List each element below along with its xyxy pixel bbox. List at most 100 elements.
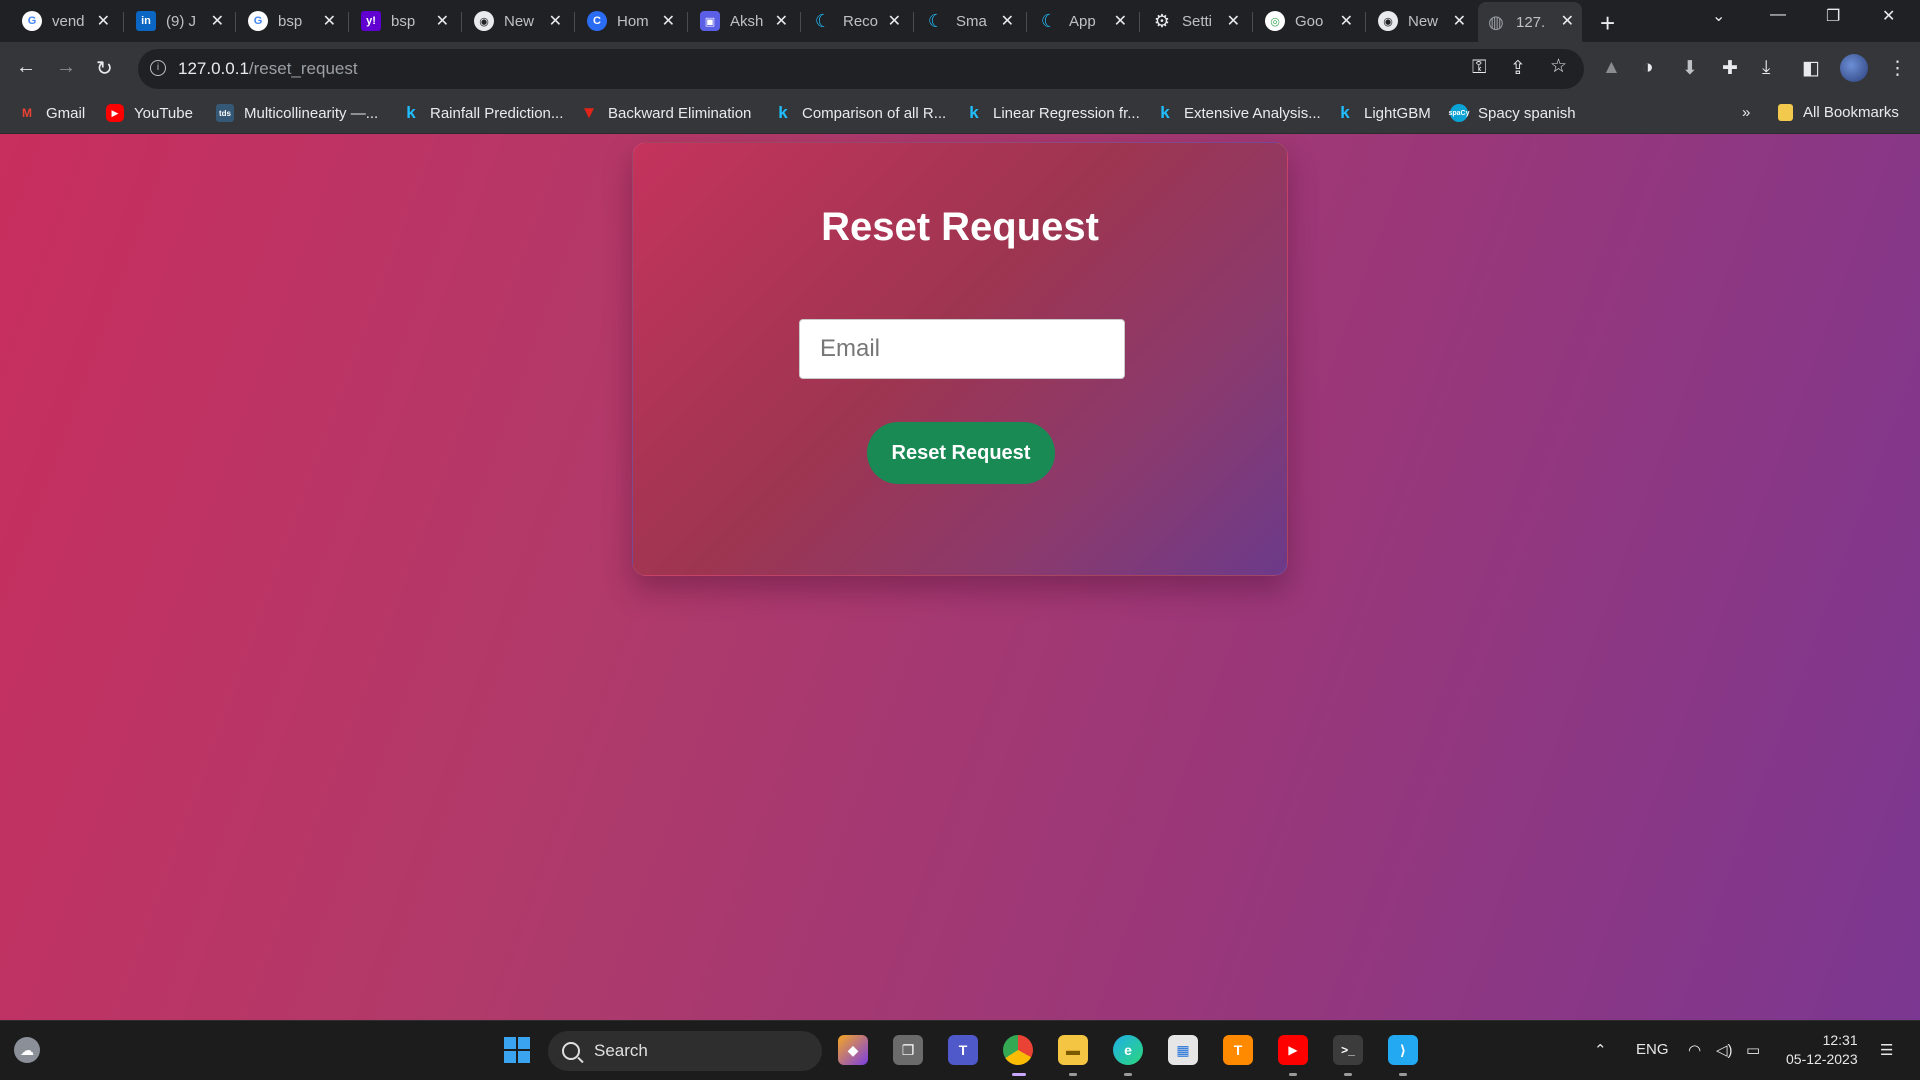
browser-tab[interactable]: C Hom ✕ [579,6,683,36]
url-text[interactable]: 127.0.0.1/reset_request [178,59,358,79]
browser-tab[interactable]: in (9) J ✕ [128,6,232,36]
back-arrow-icon[interactable]: ← [16,56,36,79]
all-bookmarks[interactable]: . All Bookmarks [1778,104,1899,121]
downloads-icon[interactable]: ⤓ [1762,57,1770,79]
battery-icon[interactable]: ▭ [1746,1041,1760,1059]
close-tab-icon[interactable]: ✕ [97,11,110,31]
extension-icon[interactable]: ◑ [1642,57,1653,79]
side-panel-icon[interactable]: ◧ [1802,57,1820,80]
share-icon[interactable]: ⇪ [1510,57,1526,80]
bookmark-spacy-spanish[interactable]: spaCy Spacy spanish [1449,104,1576,122]
close-tab-icon[interactable]: ✕ [1114,11,1127,31]
globe-icon: ◍ [1488,11,1504,32]
browser-tab[interactable]: ◉ New ✕ [1370,6,1474,36]
browser-tab[interactable]: ☾ Reco ✕ [805,6,909,36]
browser-tab[interactable]: ⚙ Setti ✕ [1144,6,1248,36]
bookmark-linear-regression[interactable]: k Linear Regression fr... [965,103,1139,122]
copilot-preview-icon[interactable]: ◆ [838,1035,868,1065]
extension-icon[interactable]: ▲ [1602,57,1621,79]
tensorflow-icon[interactable]: T [1223,1035,1253,1065]
bookmark-star-icon[interactable]: ☆ [1550,55,1567,78]
bookmark-rainfall-prediction[interactable]: k Rainfall Prediction... [402,103,563,122]
edge-icon[interactable]: e [1113,1035,1143,1065]
extension-icon[interactable]: ⬇ [1682,57,1698,80]
clock-time: 12:31 [1822,1032,1858,1048]
bookmark-gmail[interactable]: M Gmail [18,104,85,122]
youtube-taskbar-icon[interactable]: ▶ [1278,1035,1308,1065]
browser-tab[interactable]: ◎ Goo ✕ [1257,6,1361,36]
teams-icon[interactable]: T [948,1035,978,1065]
bookmark-lightgbm[interactable]: k LightGBM [1336,103,1430,122]
browser-tab[interactable]: ◉ New ✕ [466,6,570,36]
browser-tab[interactable]: G vend ✕ [14,6,118,36]
email-field[interactable] [799,319,1125,379]
bookmark-comparison[interactable]: k Comparison of all R... [774,103,946,122]
reload-icon[interactable]: ↻ [96,56,113,81]
password-key-icon[interactable]: ⚿ [1472,57,1486,79]
close-tab-icon[interactable]: ✕ [323,11,336,31]
close-tab-icon[interactable]: ✕ [436,11,449,31]
browser-tab[interactable]: ▣ Aksh ✕ [692,6,796,36]
taskbar-search[interactable]: Search [548,1031,822,1071]
taskbar-clock[interactable]: 12:31 05-12-2023 [1786,1031,1858,1069]
bookmarks-bar: M Gmail ▶ YouTube tds Multicollinearity —..… [0,96,1920,134]
reset-request-button[interactable]: Reset Request [867,422,1055,484]
chrome-icon: ◉ [1378,11,1398,31]
browser-tab[interactable]: ☾ Sma ✕ [918,6,1022,36]
notifications-icon[interactable]: ☰ [1880,1041,1893,1059]
store-icon[interactable]: ▦ [1168,1035,1198,1065]
address-bar[interactable]: i 127.0.0.1/reset_request ⚿ ⇪ ☆ [138,49,1584,89]
language-indicator[interactable]: ENG [1636,1041,1669,1058]
chrome-taskbar-icon[interactable] [1003,1035,1033,1065]
weather-widget-icon[interactable]: ☁ [14,1037,40,1063]
app-icon: ▣ [700,11,720,31]
google-icon: G [248,11,268,31]
browser-tab[interactable]: G bsp ✕ [240,6,344,36]
close-tab-icon[interactable]: ✕ [662,11,675,31]
kaggle-icon: k [406,103,416,122]
terminal-icon[interactable]: >_ [1333,1035,1363,1065]
file-explorer-icon[interactable]: ▬ [1058,1035,1088,1065]
close-window-button[interactable]: ✕ [1882,6,1895,26]
minimize-button[interactable]: — [1770,6,1786,24]
kaggle-icon: k [1340,103,1350,122]
tab-strip: G vend ✕ in (9) J ✕ G bsp ✕ y! bsp ✕ ◉ N… [0,0,1920,42]
browser-tab[interactable]: y! bsp ✕ [353,6,457,36]
search-icon [562,1042,580,1060]
spacy-icon: spaCy [1449,104,1470,122]
browser-tab-active[interactable]: ◍ 127. ✕ [1478,2,1582,42]
restore-button[interactable]: ❐ [1826,6,1840,26]
tray-overflow-chevron-icon[interactable]: ⌃ [1594,1041,1607,1059]
menu-kebab-icon[interactable]: ⋮ [1888,57,1907,80]
chrome-icon: ◉ [474,11,494,31]
close-tab-icon[interactable]: ✕ [1561,11,1574,31]
bookmark-youtube[interactable]: ▶ YouTube [106,104,193,122]
site-info-icon[interactable]: i [150,60,166,76]
close-tab-icon[interactable]: ✕ [211,11,224,31]
close-tab-icon[interactable]: ✕ [1453,11,1466,31]
bookmark-backward-elimination[interactable]: ▼ Backward Elimination [580,103,752,122]
volume-icon[interactable]: ◁) [1716,1041,1733,1059]
browser-tab[interactable]: ☾ App ✕ [1031,6,1135,36]
close-tab-icon[interactable]: ✕ [888,11,901,31]
tds-icon: tds [216,104,234,122]
tab-search-chevron-icon[interactable]: ⌄ [1712,6,1725,26]
close-tab-icon[interactable]: ✕ [1227,11,1240,31]
bookmark-multicollinearity[interactable]: tds Multicollinearity —... [216,104,378,122]
bookmark-extensive-analysis[interactable]: k Extensive Analysis... [1156,103,1320,122]
wifi-icon[interactable]: ◠ [1688,1041,1701,1059]
new-tab-button[interactable]: + [1600,8,1615,39]
browser-toolbar: ← → ↻ i 127.0.0.1/reset_request ⚿ ⇪ ☆ ▲ … [0,42,1920,96]
close-tab-icon[interactable]: ✕ [1340,11,1353,31]
forward-arrow-icon[interactable]: → [56,56,76,79]
close-tab-icon[interactable]: ✕ [1001,11,1014,31]
vscode-icon[interactable]: ⟩ [1388,1035,1418,1065]
close-tab-icon[interactable]: ✕ [549,11,562,31]
bookmarks-overflow-icon[interactable]: » [1742,104,1750,121]
profile-avatar[interactable] [1840,54,1868,82]
kaggle-icon: ☾ [927,10,945,31]
extensions-puzzle-icon[interactable]: ✚ [1722,57,1738,80]
close-tab-icon[interactable]: ✕ [775,11,788,31]
start-windows-icon[interactable] [502,1035,532,1065]
task-view-icon[interactable]: ❐ [893,1035,923,1065]
